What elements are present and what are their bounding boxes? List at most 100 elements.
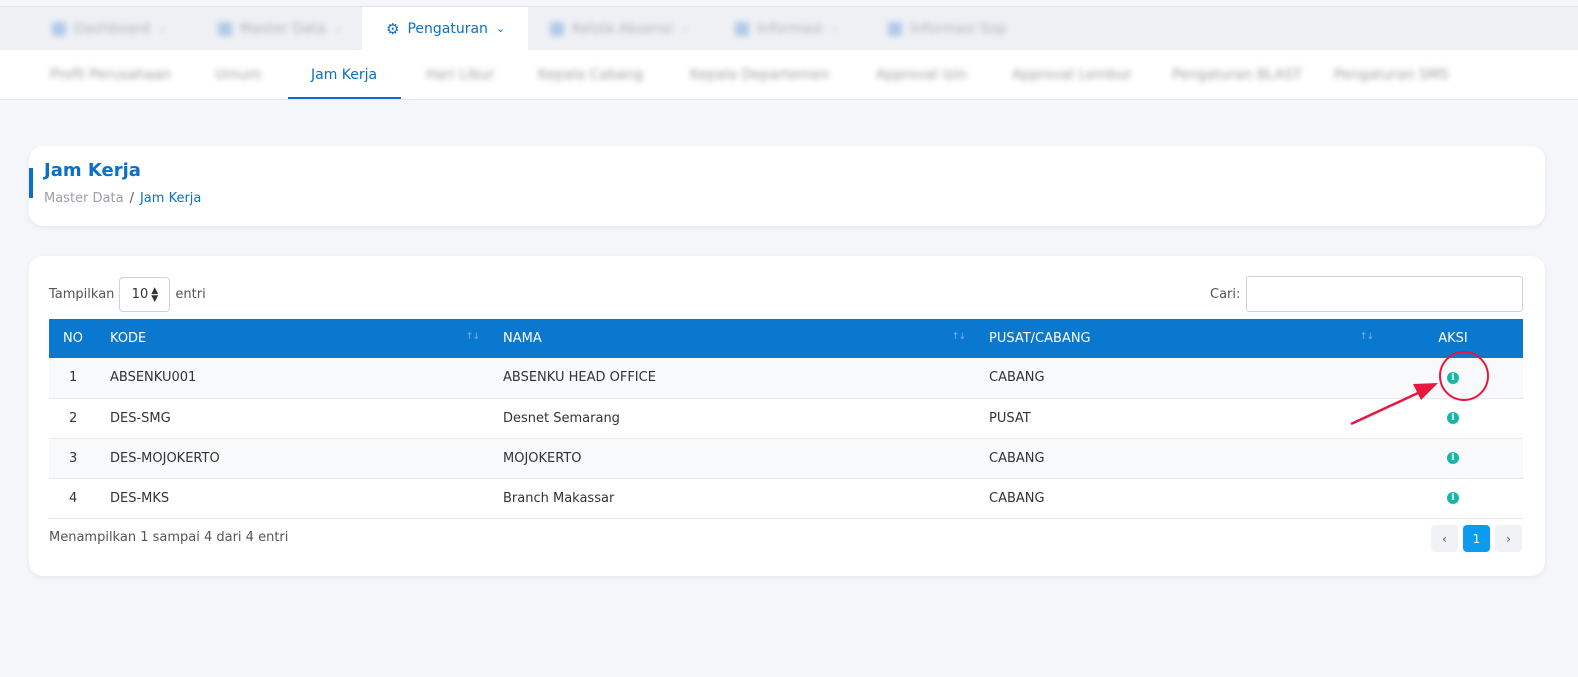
tab-profil-perusahaan[interactable]: Profil Perusahaan	[50, 50, 171, 100]
pagination-page-1[interactable]: 1	[1463, 525, 1490, 552]
breadcrumb-current: Jam Kerja	[139, 191, 202, 206]
search-label: Cari:	[1210, 286, 1241, 302]
cell-tipe: CABANG	[989, 450, 1045, 466]
cell-nama: ABSENKU HEAD OFFICE	[503, 370, 656, 386]
breadcrumb-master-data[interactable]: Master Data	[44, 191, 124, 206]
column-header-label: AKSI	[1438, 331, 1468, 346]
show-label: Tampilkan	[49, 287, 115, 302]
tab-kepala-departemen[interactable]: Kepala Departemen	[690, 50, 829, 100]
info-icon[interactable]: i	[1447, 412, 1459, 424]
chevron-down-icon: ⌄	[333, 23, 343, 34]
info-icon[interactable]: i	[1447, 371, 1459, 384]
tab-label: Jam Kerja	[311, 67, 378, 83]
nav-item-master-data[interactable]: Master Data ⌄	[218, 7, 342, 50]
table-info: Menampilkan 1 sampai 4 dari 4 entri	[49, 530, 289, 545]
sort-icon: ↑↓	[951, 332, 966, 342]
cell-tipe: PUSAT	[989, 410, 1031, 426]
cell-aksi: i	[1383, 478, 1523, 518]
nav-item-pengaturan[interactable]: ⚙ Pengaturan ⌄	[362, 7, 528, 50]
tab-label: Hari Libur	[426, 67, 495, 83]
page-length-control: Tampilkan 10 ▲ ▼ entri	[49, 277, 206, 312]
search-control: Cari:	[1210, 276, 1524, 312]
sort-icon: ↑↓	[465, 332, 480, 342]
nav-item-kelola-absensi[interactable]: Kelola Absensi ⌄	[550, 7, 689, 50]
tab-umum[interactable]: Umum	[215, 50, 261, 100]
dashboard-icon	[52, 21, 66, 36]
search-input[interactable]	[1246, 276, 1524, 312]
cell-aksi: i	[1383, 358, 1523, 398]
sort-icon: ↑↓	[1359, 332, 1374, 342]
document-icon	[888, 21, 902, 36]
column-header-kode[interactable]: KODE ↑↓	[96, 319, 489, 358]
cell-no: 3	[69, 450, 78, 466]
column-header-pusat-cabang[interactable]: PUSAT/CABANG ↑↓	[975, 319, 1383, 358]
chevron-down-icon: ⌄	[680, 23, 690, 34]
info-icon[interactable]: i	[1447, 492, 1459, 504]
jam-kerja-table: NO KODE ↑↓ NAMA ↑↓ PUSAT/CABANG ↑↓ AKSI 1 A…	[49, 319, 1523, 519]
tab-approval-izin[interactable]: Approval Izin	[876, 50, 967, 100]
cell-aksi: i	[1383, 398, 1523, 438]
tab-label: Kepala Departemen	[690, 67, 830, 83]
breadcrumb-separator: /	[129, 191, 134, 206]
cell-kode: DES-MOJOKERTO	[110, 450, 220, 466]
chevron-down-icon: ⌄	[157, 23, 167, 34]
nav-item-informasi-sop[interactable]: Informasi Sop	[888, 7, 1006, 50]
tab-pengaturan-blast[interactable]: Pengaturan BLAST	[1172, 50, 1302, 100]
table-header-row: NO KODE ↑↓ NAMA ↑↓ PUSAT/CABANG ↑↓ AKSI	[49, 319, 1523, 358]
nav-item-informasi[interactable]: Informasi ⌄	[735, 7, 839, 50]
nav-item-label: Kelola Absensi	[572, 20, 673, 37]
tab-label: Pengaturan SMS	[1334, 67, 1449, 83]
table-row: 1 ABSENKU001 ABSENKU HEAD OFFICE CABANG …	[49, 358, 1523, 398]
column-header-label: KODE	[110, 331, 147, 346]
pagination-next[interactable]: ›	[1495, 525, 1522, 552]
breadcrumb: Master Data / Jam Kerja	[44, 191, 201, 206]
cell-nama: MOJOKERTO	[503, 450, 582, 466]
nav-item-label: Dashboard	[74, 20, 150, 37]
nav-item-label: Informasi Sop	[910, 20, 1007, 37]
cell-no: 4	[69, 490, 78, 506]
info-icon[interactable]: i	[1447, 452, 1459, 464]
page-title: Jam Kerja	[44, 160, 141, 181]
cell-nama: Branch Makassar	[503, 490, 615, 506]
cell-kode: DES-MKS	[110, 490, 170, 506]
page-size-value: 10	[131, 287, 149, 302]
tab-label: Approval Izin	[876, 67, 967, 83]
tab-jam-kerja[interactable]: Jam Kerja	[311, 50, 377, 100]
table-card: Tampilkan 10 ▲ ▼ entri Cari: NO KODE ↑↓ NA…	[29, 256, 1545, 576]
column-header-nama[interactable]: NAMA ↑↓	[489, 319, 975, 358]
nav-item-label: Master Data	[240, 20, 326, 37]
nav-item-dashboard[interactable]: Dashboard ⌄	[52, 7, 166, 50]
entries-label: entri	[175, 287, 206, 302]
cell-nama: Desnet Semarang	[503, 410, 620, 426]
tab-approval-lembur[interactable]: Approval Lembur	[1012, 50, 1132, 100]
cell-tipe: CABANG	[989, 370, 1045, 386]
tab-pengaturan-sms[interactable]: Pengaturan SMS	[1334, 50, 1449, 100]
chevron-down-icon: ⌄	[495, 22, 506, 35]
sub-nav: Profil Perusahaan Umum Jam Kerja Hari Li…	[0, 50, 1578, 100]
main-nav: Dashboard ⌄ Master Data ⌄ ⚙ Pengaturan ⌄…	[0, 7, 1578, 50]
tab-label: Approval Lembur	[1012, 67, 1132, 83]
cell-no: 2	[69, 410, 78, 426]
column-header-aksi: AKSI	[1383, 319, 1523, 358]
tab-kepala-cabang[interactable]: Kepala Cabang	[538, 50, 643, 100]
tab-label: Profil Perusahaan	[50, 67, 172, 83]
table-row: 3 DES-MOJOKERTO MOJOKERTO CABANG i	[49, 438, 1523, 478]
gear-icon: ⚙	[386, 19, 400, 38]
cell-aksi: i	[1383, 438, 1523, 478]
database-icon	[218, 21, 232, 36]
pagination-prev[interactable]: ‹	[1431, 525, 1458, 552]
cell-kode: ABSENKU001	[110, 370, 197, 386]
tab-label: Pengaturan BLAST	[1172, 67, 1302, 83]
select-arrows-icon: ▲ ▼	[151, 285, 159, 304]
megaphone-icon	[735, 21, 749, 36]
tab-hari-libur[interactable]: Hari Libur	[426, 50, 494, 100]
column-header-no[interactable]: NO	[49, 319, 96, 358]
pagination: ‹ 1 ›	[1431, 525, 1522, 552]
tab-label: Umum	[215, 67, 262, 83]
cell-no: 1	[69, 370, 78, 386]
cell-kode: DES-SMG	[110, 410, 171, 426]
page-size-select[interactable]: 10 ▲ ▼	[119, 277, 171, 312]
table-row: 4 DES-MKS Branch Makassar CABANG i	[49, 478, 1523, 518]
column-header-label: PUSAT/CABANG	[989, 331, 1091, 346]
column-header-label: NAMA	[503, 331, 542, 346]
